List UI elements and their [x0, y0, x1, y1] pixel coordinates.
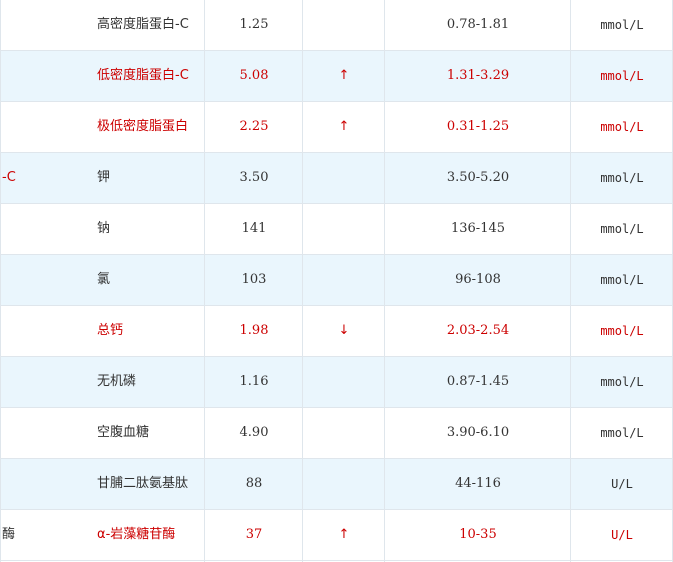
unit: mmol/L: [600, 273, 644, 287]
test-name: 总钙: [97, 323, 124, 338]
reference-range: 44-116: [455, 476, 501, 491]
test-name: 极低密度脂蛋白: [97, 119, 189, 134]
table-row: 极低密度脂蛋白 2.25 ↑ 0.31-1.25 mmol/L: [0, 102, 673, 153]
reference-range: 136-145: [450, 221, 506, 236]
row-prefix-text: [0, 51, 86, 101]
column-divider: [570, 0, 571, 562]
test-value: 103: [241, 272, 267, 287]
unit: mmol/L: [600, 375, 644, 389]
reference-range: 0.87-1.45: [446, 374, 510, 389]
row-prefix-text: [0, 306, 86, 356]
test-value: 141: [241, 221, 267, 236]
unit: mmol/L: [600, 222, 644, 236]
reference-range: 1.31-3.29: [446, 68, 510, 83]
test-name: 钠: [97, 221, 111, 236]
test-name: 甘脯二肽氨基肽: [97, 476, 189, 491]
table-row: -C 钾 3.50 3.50-5.20 mmol/L: [0, 153, 673, 204]
test-name: 无机磷: [97, 374, 137, 389]
unit: mmol/L: [600, 426, 644, 440]
abnormal-flag-icon: [303, 204, 385, 254]
row-prefix-text: [0, 102, 86, 152]
row-prefix-text: 酶: [2, 527, 16, 542]
abnormal-flag-icon: ↑: [338, 119, 350, 134]
test-value: 1.16: [239, 374, 269, 389]
reference-range: 96-108: [455, 272, 501, 287]
test-value: 3.50: [239, 170, 269, 185]
row-prefix-text: [0, 0, 86, 50]
table-row: 酶 α-岩藻糖苷酶 37 ↑ 10-35 U/L: [0, 510, 673, 561]
test-value: 88: [245, 476, 263, 491]
unit: U/L: [611, 528, 633, 542]
abnormal-flag-icon: [303, 153, 385, 203]
column-divider: [384, 0, 385, 562]
test-name: 高密度脂蛋白-C: [97, 17, 189, 32]
reference-range: 3.90-6.10: [446, 425, 510, 440]
abnormal-flag-icon: [303, 459, 385, 509]
unit: mmol/L: [600, 69, 644, 83]
unit: mmol/L: [600, 324, 644, 338]
unit: mmol/L: [600, 171, 644, 185]
row-prefix-text: [0, 459, 86, 509]
test-value: 2.25: [239, 119, 269, 134]
table-row: 低密度脂蛋白-C 5.08 ↑ 1.31-3.29 mmol/L: [0, 51, 673, 102]
reference-range: 10-35: [459, 527, 497, 542]
table-row: 高密度脂蛋白-C 1.25 0.78-1.81 mmol/L: [0, 0, 673, 51]
row-prefix-text: [0, 255, 86, 305]
row-prefix-text: [0, 408, 86, 458]
table-border-left: [0, 0, 1, 562]
reference-range: 2.03-2.54: [446, 323, 510, 338]
table-row: 氯 103 96-108 mmol/L: [0, 255, 673, 306]
row-prefix-text: [0, 357, 86, 407]
test-value: 37: [245, 527, 263, 542]
reference-range: 0.31-1.25: [446, 119, 510, 134]
abnormal-flag-icon: [303, 0, 385, 50]
unit: mmol/L: [600, 120, 644, 134]
row-prefix-text: [0, 204, 86, 254]
reference-range: 3.50-5.20: [446, 170, 510, 185]
table-row: 无机磷 1.16 0.87-1.45 mmol/L: [0, 357, 673, 408]
lab-results-table: 高密度脂蛋白-C 1.25 0.78-1.81 mmol/L 低密度脂蛋白-C 5.08 ↑…: [0, 0, 673, 562]
test-name: 钾: [97, 170, 111, 185]
test-name: 低密度脂蛋白-C: [97, 68, 189, 83]
unit: mmol/L: [600, 18, 644, 32]
row-prefix-text: -C: [2, 170, 16, 185]
table-row: 总钙 1.98 ↓ 2.03-2.54 mmol/L: [0, 306, 673, 357]
test-value: 1.98: [239, 323, 269, 338]
reference-range: 0.78-1.81: [446, 17, 510, 32]
abnormal-flag-icon: [303, 357, 385, 407]
test-value: 5.08: [239, 68, 269, 83]
table-row: 甘脯二肽氨基肽 88 44-116 U/L: [0, 459, 673, 510]
abnormal-flag-icon: ↓: [338, 323, 350, 338]
abnormal-flag-icon: [303, 408, 385, 458]
table-row: 钠 141 136-145 mmol/L: [0, 204, 673, 255]
table-row: 空腹血糖 4.90 3.90-6.10 mmol/L: [0, 408, 673, 459]
abnormal-flag-icon: ↑: [338, 527, 350, 542]
test-name: 空腹血糖: [97, 425, 150, 440]
unit: U/L: [611, 477, 633, 491]
test-value: 4.90: [239, 425, 269, 440]
column-divider: [204, 0, 205, 562]
abnormal-flag-icon: ↑: [338, 68, 350, 83]
test-value: 1.25: [239, 17, 269, 32]
test-name: 氯: [97, 272, 111, 287]
abnormal-flag-icon: [303, 255, 385, 305]
test-name: α-岩藻糖苷酶: [97, 527, 176, 542]
column-divider: [302, 0, 303, 562]
